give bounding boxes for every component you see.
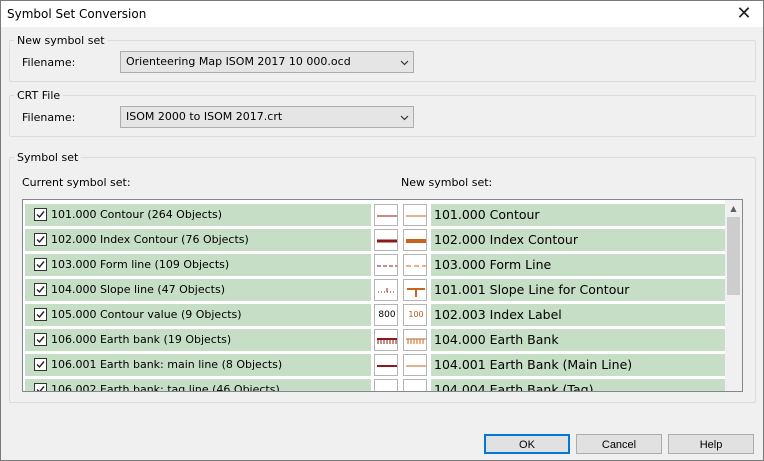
current-symbol-name: 103.000 Form line (109 Objects): [51, 258, 230, 271]
new-symbol-set-header: New symbol set:: [401, 176, 493, 189]
new-symbol-cell[interactable]: 104.000 Earth Bank: [431, 329, 725, 351]
current-symbol-preview-icon: [374, 279, 398, 301]
new-symbol-cell[interactable]: 101.000 Contour: [431, 204, 725, 226]
symbol-row[interactable]: 102.000 Index Contour (76 Objects) 102.00…: [25, 229, 725, 251]
new-symbol-set-filename-combo[interactable]: Orienteering Map ISOM 2017 10 000.ocd: [120, 51, 414, 73]
symbol-set-legend: Symbol set: [17, 151, 79, 164]
new-symbol-name: 102.000 Index Contour: [434, 232, 578, 247]
row-checkbox[interactable]: [34, 383, 47, 391]
checkmark-icon: [36, 386, 45, 391]
current-symbol-preview-icon: [374, 229, 398, 251]
new-symbol-cell[interactable]: 102.003 Index Label: [431, 304, 725, 326]
row-checkbox[interactable]: [34, 333, 47, 346]
new-symbol-preview-icon: [403, 229, 427, 251]
row-checkbox[interactable]: [34, 208, 47, 221]
new-symbol-name: 104.000 Earth Bank: [434, 332, 559, 347]
new-symbol-set-filename-label: Filename:: [22, 56, 76, 69]
help-button[interactable]: Help: [668, 434, 754, 454]
checkmark-icon: [36, 336, 45, 344]
chevron-down-icon: [400, 115, 409, 121]
symbol-row[interactable]: 106.000 Earth bank (19 Objects) 104.000 E…: [25, 329, 725, 351]
title-bar: Symbol Set Conversion ✕: [1, 1, 763, 27]
new-symbol-preview-icon: [403, 329, 427, 351]
symbol-preview-text: 100: [408, 310, 424, 319]
scroll-thumb[interactable]: [727, 217, 740, 295]
new-symbol-set-legend: New symbol set: [17, 34, 105, 47]
checkmark-icon: [36, 236, 45, 244]
row-checkbox[interactable]: [34, 358, 47, 371]
chevron-down-icon: [400, 60, 409, 66]
vertical-scrollbar[interactable]: ▲: [725, 200, 742, 391]
current-symbol-cell[interactable]: 103.000 Form line (109 Objects): [25, 254, 371, 276]
current-symbol-preview-icon: [374, 379, 398, 391]
new-symbol-name: 101.000 Contour: [434, 207, 540, 222]
checkmark-icon: [36, 211, 45, 219]
symbol-row[interactable]: 106.001 Earth bank: main line (8 Objects…: [25, 354, 725, 376]
new-symbol-preview-icon: [403, 379, 427, 391]
current-symbol-cell[interactable]: 106.000 Earth bank (19 Objects): [25, 329, 371, 351]
new-symbol-preview-icon: 100: [403, 304, 427, 326]
current-symbol-cell[interactable]: 106.002 Earth bank: tag line (46 Objects…: [25, 379, 371, 392]
current-symbol-cell[interactable]: 104.000 Slope line (47 Objects): [25, 279, 371, 301]
new-symbol-preview-icon: [403, 354, 427, 376]
new-symbol-name: 102.003 Index Label: [434, 307, 562, 322]
new-symbol-name: 101.001 Slope Line for Contour: [434, 282, 630, 297]
window-title: Symbol Set Conversion: [7, 7, 147, 21]
new-symbol-preview-icon: [403, 279, 427, 301]
cancel-button[interactable]: Cancel: [576, 434, 662, 454]
ok-button[interactable]: OK: [484, 434, 570, 454]
new-symbol-preview-icon: [403, 254, 427, 276]
checkmark-icon: [36, 311, 45, 319]
new-symbol-name: 103.000 Form Line: [434, 257, 552, 272]
current-symbol-name: 106.002 Earth bank: tag line (46 Objects…: [51, 383, 280, 392]
new-symbol-cell[interactable]: 104.001 Earth Bank (Main Line): [431, 354, 725, 376]
checkmark-icon: [36, 361, 45, 369]
checkmark-icon: [36, 286, 45, 294]
symbol-preview-text: 800: [378, 310, 396, 320]
new-symbol-name: 104.004 Earth Bank (Tag): [434, 382, 594, 392]
row-checkbox[interactable]: [34, 308, 47, 321]
current-symbol-cell[interactable]: 102.000 Index Contour (76 Objects): [25, 229, 371, 251]
current-symbol-set-header: Current symbol set:: [22, 176, 131, 189]
symbol-row[interactable]: 101.000 Contour (264 Objects) 101.000 Con…: [25, 204, 725, 226]
symbol-row[interactable]: 105.000 Contour value (9 Objects) 800 100 1…: [25, 304, 725, 326]
new-symbol-cell[interactable]: 101.001 Slope Line for Contour: [431, 279, 725, 301]
current-symbol-preview-icon: [374, 254, 398, 276]
symbol-mapping-list[interactable]: 101.000 Contour (264 Objects) 101.000 Con…: [22, 199, 743, 392]
current-symbol-name: 104.000 Slope line (47 Objects): [51, 283, 225, 296]
crt-file-legend: CRT File: [17, 89, 61, 102]
current-symbol-name: 106.001 Earth bank: main line (8 Objects…: [51, 358, 283, 371]
scroll-up-icon[interactable]: ▲: [725, 200, 742, 217]
current-symbol-preview-icon: [374, 329, 398, 351]
new-symbol-preview-icon: [403, 204, 427, 226]
symbol-row[interactable]: 106.002 Earth bank: tag line (46 Objects…: [25, 379, 725, 392]
symbol-row[interactable]: 103.000 Form line (109 Objects) 103.000 F…: [25, 254, 725, 276]
current-symbol-name: 102.000 Index Contour (76 Objects): [51, 233, 249, 246]
current-symbol-preview-icon: [374, 354, 398, 376]
current-symbol-preview-icon: [374, 204, 398, 226]
crt-filename-label: Filename:: [22, 111, 76, 124]
current-symbol-name: 105.000 Contour value (9 Objects): [51, 308, 242, 321]
current-symbol-name: 106.000 Earth bank (19 Objects): [51, 333, 232, 346]
new-symbol-cell[interactable]: 104.004 Earth Bank (Tag): [431, 379, 725, 392]
close-icon[interactable]: ✕: [733, 3, 755, 25]
row-checkbox[interactable]: [34, 283, 47, 296]
new-symbol-cell[interactable]: 103.000 Form Line: [431, 254, 725, 276]
new-symbol-name: 104.001 Earth Bank (Main Line): [434, 357, 633, 372]
new-symbol-cell[interactable]: 102.000 Index Contour: [431, 229, 725, 251]
current-symbol-cell[interactable]: 105.000 Contour value (9 Objects): [25, 304, 371, 326]
crt-filename-combo[interactable]: ISOM 2000 to ISOM 2017.crt: [120, 106, 414, 128]
symbol-row[interactable]: 104.000 Slope line (47 Objects) 101.001 S…: [25, 279, 725, 301]
crt-filename-value: ISOM 2000 to ISOM 2017.crt: [126, 110, 283, 123]
row-checkbox[interactable]: [34, 258, 47, 271]
current-symbol-preview-icon: 800: [374, 304, 398, 326]
current-symbol-cell[interactable]: 101.000 Contour (264 Objects): [25, 204, 371, 226]
current-symbol-name: 101.000 Contour (264 Objects): [51, 208, 223, 221]
new-symbol-set-filename-value: Orienteering Map ISOM 2017 10 000.ocd: [126, 55, 351, 68]
symbol-set-conversion-dialog: Symbol Set Conversion ✕ New symbol set F…: [0, 0, 764, 461]
row-checkbox[interactable]: [34, 233, 47, 246]
current-symbol-cell[interactable]: 106.001 Earth bank: main line (8 Objects…: [25, 354, 371, 376]
checkmark-icon: [36, 261, 45, 269]
